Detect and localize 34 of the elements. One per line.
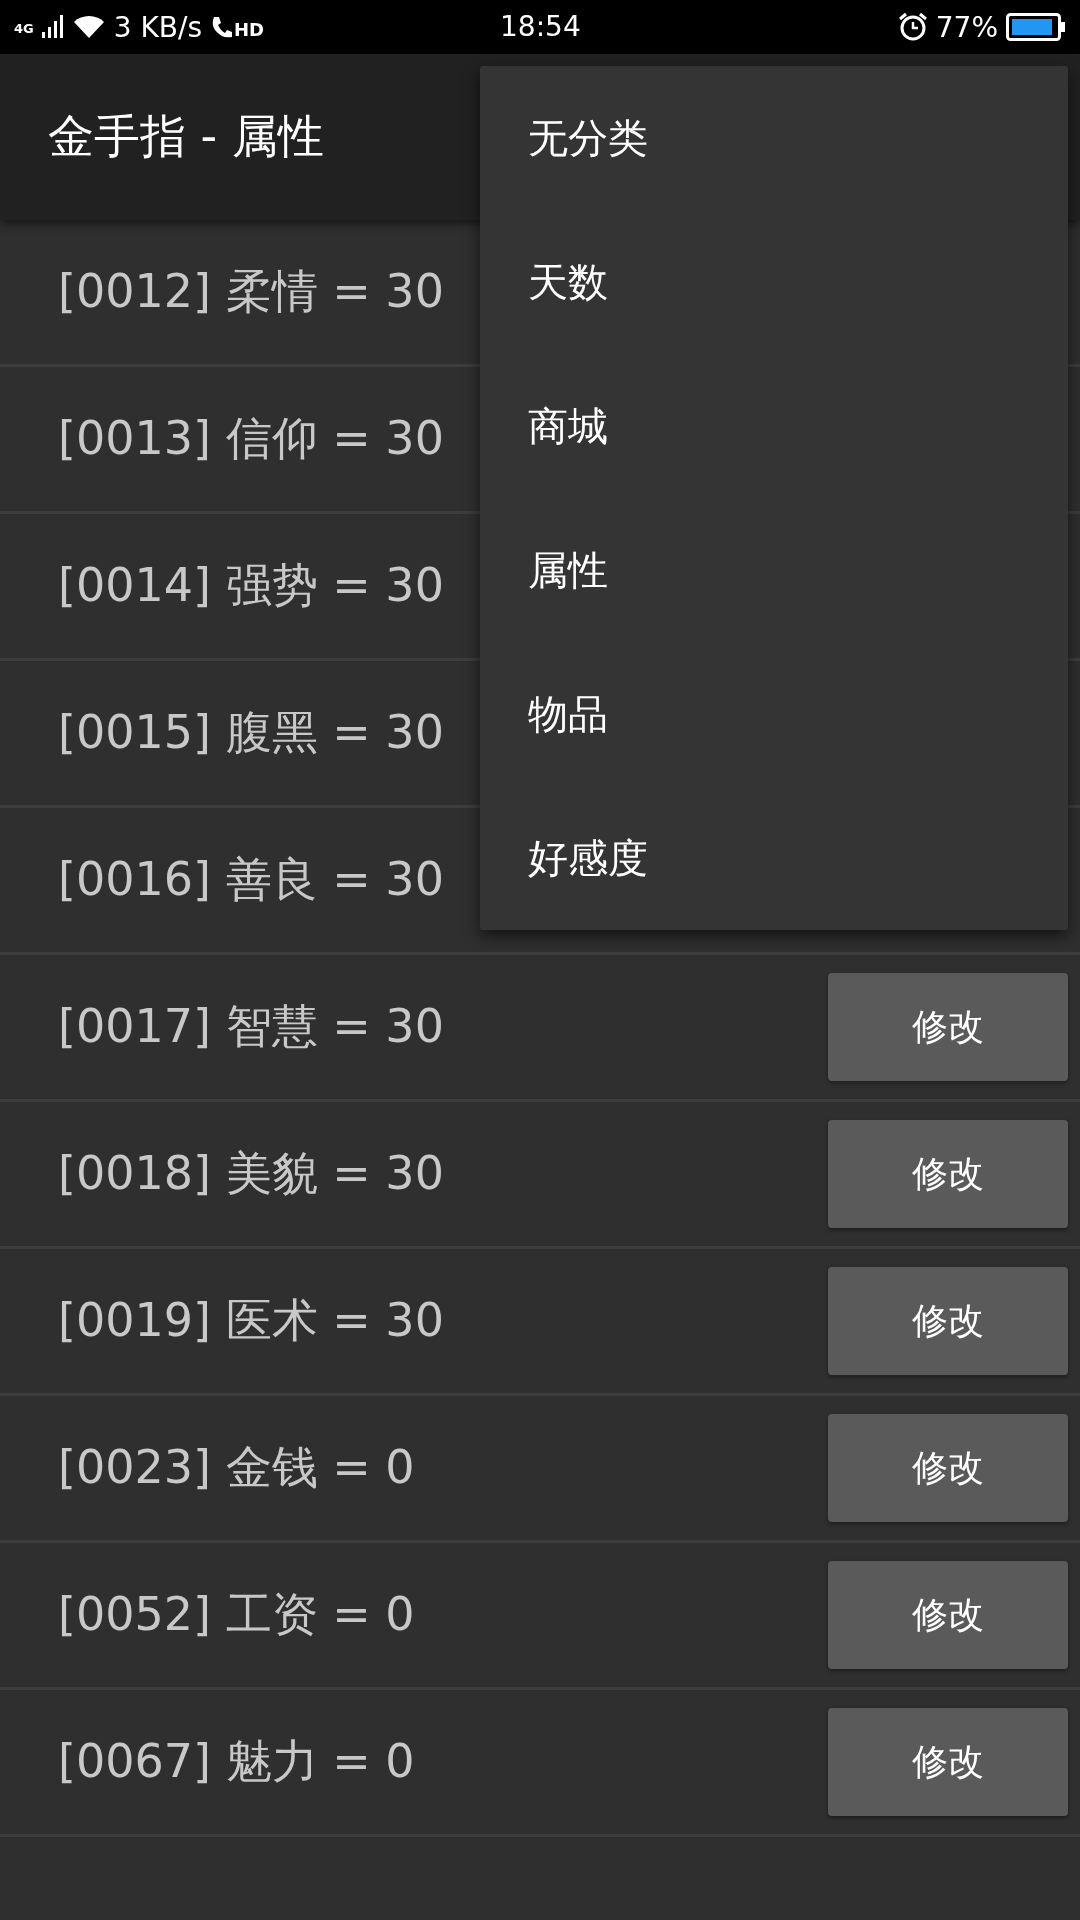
attribute-label: [0019] 医术 = 30 (58, 1292, 444, 1349)
phone-icon (210, 15, 233, 39)
edit-button[interactable]: 修改 (828, 1120, 1068, 1228)
clock: 18:54 (500, 10, 581, 43)
edit-button[interactable]: 修改 (828, 973, 1068, 1081)
attribute-label: [0018] 美貌 = 30 (58, 1145, 444, 1202)
attribute-label: [0016] 善良 = 30 (58, 851, 444, 908)
attribute-label: [0015] 腹黑 = 30 (58, 704, 444, 761)
attribute-label: [0013] 信仰 = 30 (58, 410, 444, 467)
edit-button[interactable]: 修改 (828, 1267, 1068, 1375)
alarm-icon (897, 12, 928, 42)
menu-item[interactable]: 无分类 (480, 66, 1068, 210)
menu-item[interactable]: 天数 (480, 210, 1068, 354)
battery-icon (1006, 13, 1066, 41)
attribute-label: [0052] 工资 = 0 (58, 1586, 415, 1643)
signal-icon (41, 14, 64, 40)
attribute-label: [0023] 金钱 = 0 (58, 1439, 415, 1496)
network-type: 4G (14, 20, 34, 36)
menu-item[interactable]: 属性 (480, 498, 1068, 642)
menu-item[interactable]: 好感度 (480, 786, 1068, 930)
network-speed: 3 KB/s (113, 10, 203, 44)
attribute-label: [0017] 智慧 = 30 (58, 998, 444, 1055)
attribute-label: [0012] 柔情 = 30 (58, 263, 444, 320)
battery-percent: 77% (935, 10, 998, 44)
app-title: 金手指 - 属性 (48, 108, 324, 165)
attribute-label: [0014] 强势 = 30 (58, 557, 444, 614)
menu-item[interactable]: 商城 (480, 354, 1068, 498)
menu-item[interactable]: 物品 (480, 642, 1068, 786)
edit-button[interactable]: 修改 (828, 1708, 1068, 1816)
edit-button[interactable]: 修改 (828, 1561, 1068, 1669)
wifi-icon (71, 15, 106, 39)
edit-button[interactable]: 修改 (828, 1414, 1068, 1522)
hd-label: HD (234, 18, 265, 40)
attribute-label: [0067] 魅力 = 0 (58, 1733, 415, 1790)
